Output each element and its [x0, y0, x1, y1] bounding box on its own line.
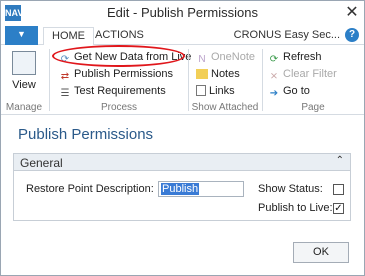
notes-icon — [196, 69, 208, 79]
refresh-icon: ⟳ — [269, 54, 279, 65]
annotation-highlight-ellipse — [52, 45, 185, 67]
view-button-label: View — [12, 79, 36, 91]
ribbon-tab-bar: ▼ HOME ACTIONS CRONUS Easy Sec... ? — [1, 25, 364, 46]
test-icon: ☰ — [60, 88, 70, 99]
onenote-label: OneNote — [211, 51, 256, 63]
ribbon-group-show-attached: N OneNote Notes Links Show Attached — [190, 45, 260, 115]
clear-filter-label: Clear Filter — [283, 68, 337, 80]
ribbon-separator — [262, 49, 263, 111]
group-label-show-attached: Show Attached — [191, 102, 259, 113]
publish-to-live-label: Publish to Live: — [258, 202, 333, 214]
general-fasttab: General ⌃ Restore Point Description: Pub… — [13, 153, 351, 221]
page-title: Publish Permissions — [18, 126, 154, 143]
publish-permissions-button[interactable]: ⇄ Publish Permissions — [59, 67, 173, 82]
restore-point-description-input[interactable]: Publish — [158, 181, 244, 197]
goto-button[interactable]: ➔ Go to — [268, 84, 310, 99]
group-label-manage: Manage — [5, 102, 43, 113]
clear-filter-button[interactable]: ⨯ Clear Filter — [268, 67, 337, 82]
publish-permissions-label: Publish Permissions — [74, 68, 174, 80]
group-label-process: Process — [100, 102, 138, 113]
help-icon[interactable]: ? — [345, 28, 359, 42]
links-button[interactable]: Links — [196, 84, 235, 99]
ribbon-separator — [49, 49, 50, 111]
show-status-checkbox[interactable] — [333, 184, 344, 195]
links-label: Links — [209, 85, 235, 97]
show-status-label: Show Status: — [258, 183, 323, 195]
notes-button[interactable]: Notes — [196, 67, 240, 82]
ok-button[interactable]: OK — [293, 242, 349, 263]
close-icon[interactable]: ✕ — [344, 5, 360, 21]
ribbon-group-page: ⟳ Refresh ⨯ Clear Filter ➔ Go to Page — [264, 45, 362, 115]
goto-arrow-icon: ➔ — [269, 88, 279, 99]
test-requirements-button[interactable]: ☰ Test Requirements — [59, 84, 166, 99]
publish-to-live-checkbox[interactable]: ✓ — [333, 203, 344, 214]
general-fasttab-header[interactable]: General ⌃ — [14, 154, 350, 171]
group-label-page: Page — [301, 102, 325, 113]
onenote-button[interactable]: N OneNote — [196, 50, 255, 65]
publish-icon: ⇄ — [60, 71, 70, 82]
dialog-window: NAV Edit - Publish Permissions ✕ ▼ HOME … — [0, 0, 365, 276]
test-requirements-label: Test Requirements — [74, 85, 166, 97]
links-icon — [196, 85, 206, 96]
onenote-icon: N — [198, 54, 206, 65]
ribbon-group-manage: View Manage — [3, 45, 45, 115]
window-title: Edit - Publish Permissions — [107, 5, 258, 20]
restore-point-description-value: Publish — [161, 183, 200, 195]
title-bar: NAV Edit - Publish Permissions ✕ — [1, 1, 364, 25]
view-icon — [12, 51, 36, 75]
company-name[interactable]: CRONUS Easy Sec... — [234, 29, 340, 41]
ribbon-separator — [188, 49, 189, 111]
application-menu-button[interactable]: ▼ — [5, 26, 38, 45]
view-button[interactable]: View — [7, 49, 41, 95]
clear-filter-icon: ⨯ — [269, 71, 279, 82]
refresh-button[interactable]: ⟳ Refresh — [268, 50, 322, 65]
goto-label: Go to — [283, 85, 310, 97]
notes-label: Notes — [211, 68, 240, 80]
general-header-label: General — [20, 156, 63, 170]
refresh-label: Refresh — [283, 51, 322, 63]
restore-point-description-label: Restore Point Description: — [26, 183, 154, 195]
tab-actions[interactable]: ACTIONS — [87, 27, 152, 46]
collapse-icon[interactable]: ⌃ — [336, 155, 344, 166]
